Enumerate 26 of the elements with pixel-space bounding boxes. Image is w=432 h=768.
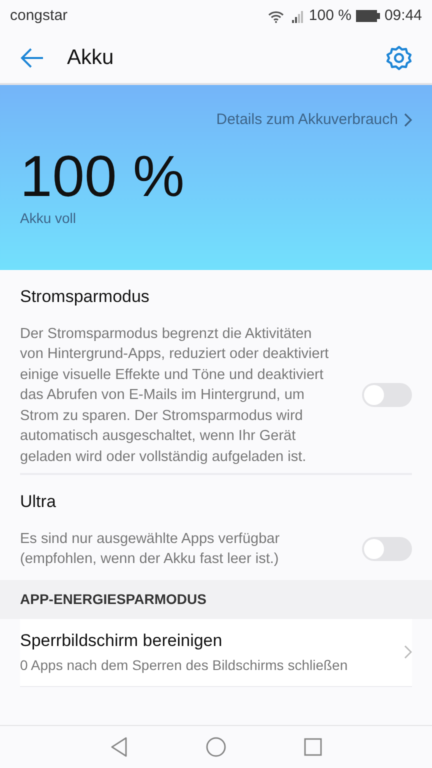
page-title: Akku [67,44,114,71]
recent-apps-icon[interactable] [304,738,322,756]
home-icon[interactable] [206,737,226,757]
battery-status-text: Akku voll [20,208,76,228]
battery-icon [356,10,380,22]
clock-time: 09:44 [384,6,422,26]
back-arrow-icon[interactable] [20,48,44,68]
chevron-right-icon [404,113,412,128]
setting-title: Ultra [20,491,56,513]
list-item-subtitle: 0 Apps nach dem Sperren des Bildschirms schließen [20,656,349,676]
list-item[interactable]: Sperrbildschirm bereinigen 0 Apps nach dem Sperren des Bildschirms schließen [20,618,412,686]
setting-title: Stromsparmodus [20,286,150,308]
toggle-switch[interactable] [362,383,412,408]
wifi-icon [268,10,284,22]
carrier-name: congstar [10,6,68,26]
setting-description: Der Stromsparmodus begrenzt die Aktivitäten von Hintergrund-Apps, reduziert oder deaktiviert einige visuelle Effekte und Töne und deaktiviert das Abrufen von E-Mails im Hintergrund, um Strom zu sparen. Der Stromsparmodus wird automatisch ausgeschaltet, wenn Ihr Gerät geladen wird oder vollständig aufgeladen ist. [20,324,330,466]
settings-icon[interactable] [386,44,412,70]
list-item-title: Sperrbildschirm bereinigen [20,630,224,652]
setting-description: Es sind nur ausgewählte Apps verfügbar (empfohlen, wenn der Akku fast leer ist.) [20,530,281,569]
back-icon[interactable] [110,737,128,757]
chevron-right-icon [404,645,412,659]
battery-percent: 100 % [308,6,352,26]
toggle-switch[interactable] [362,537,412,561]
signal-icon [292,10,306,22]
battery-percentage: 100 % [20,146,184,208]
section-header: APP-ENERGIESPARMODUS [20,590,206,608]
